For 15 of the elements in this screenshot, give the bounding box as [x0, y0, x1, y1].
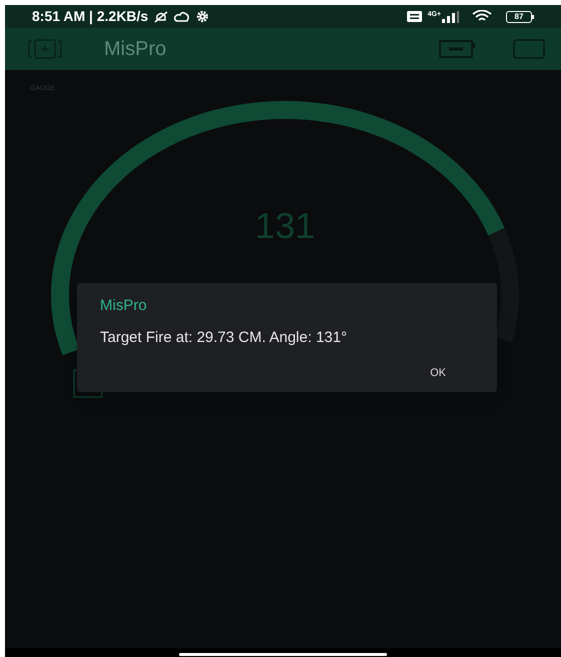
battery-icon: 87	[506, 10, 534, 22]
ok-button[interactable]: OK	[416, 363, 460, 384]
dialog-title: MisPro	[100, 296, 148, 316]
signal-icon	[442, 10, 460, 22]
home-indicator[interactable]	[179, 653, 387, 656]
volte-icon	[406, 11, 422, 22]
gear-icon	[196, 10, 210, 23]
muted-bell-icon	[154, 10, 168, 24]
wifi-icon	[472, 10, 492, 23]
dialog-message: Target Fire at: 29.73 CM. Angle: 131°	[100, 328, 348, 348]
app-title: MisPro	[104, 37, 166, 62]
square-icon[interactable]	[513, 39, 545, 59]
cloud-icon	[174, 11, 190, 22]
status-time: 8:51 AM | 2.2KB/s	[32, 7, 148, 26]
battery-add-icon[interactable]	[439, 40, 477, 58]
